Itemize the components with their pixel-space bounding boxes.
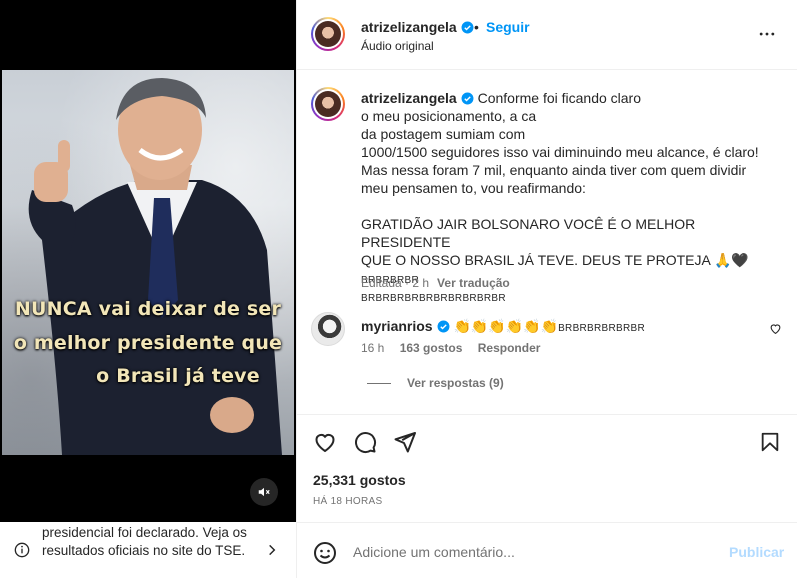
post-timestamp[interactable]: HÁ 18 HORAS bbox=[313, 496, 382, 507]
verified-badge-icon bbox=[461, 92, 474, 105]
caption-line: 1000/1500 seguidores isso vai diminuindo… bbox=[361, 144, 759, 160]
view-replies-button[interactable]: Ver respostas (9) bbox=[367, 376, 504, 390]
caption-author-avatar[interactable] bbox=[311, 87, 345, 121]
man-thumbs-up-illustration bbox=[28, 78, 282, 455]
comments-section: atrizelizangela Conforme foi ficando cla… bbox=[297, 71, 797, 415]
add-comment-bar: Publicar bbox=[297, 522, 797, 578]
comment-bubble-icon[interactable] bbox=[353, 430, 377, 454]
save-bookmark-icon[interactable] bbox=[759, 430, 781, 454]
comment-emojis: 👏👏👏👏👏👏 bbox=[453, 318, 559, 334]
separator-dot: • bbox=[474, 19, 479, 35]
author-avatar[interactable] bbox=[311, 17, 345, 51]
instagram-post-view: NUNCA vai deixar de ser o melhor preside… bbox=[0, 0, 797, 578]
chevron-right-icon[interactable] bbox=[265, 542, 279, 558]
edited-time: Editada · 2 h bbox=[361, 276, 430, 290]
caption-line: BRBRBRBRBRBRBRBRBRBR bbox=[361, 293, 506, 304]
notice-text: presidencial foi declarado. Veja os resu… bbox=[42, 525, 247, 558]
caption-line: da postagem sumiam com bbox=[361, 126, 526, 142]
comment-text: myrianrios 👏👏👏👏👏👏BRBRBRBRBRBR bbox=[361, 318, 645, 335]
overlay-caption-line-3: o Brasil já teve bbox=[96, 365, 260, 387]
commenter-avatar[interactable] bbox=[311, 312, 345, 346]
author-username[interactable]: atrizelizangela bbox=[361, 19, 474, 35]
see-translation-link[interactable]: Ver tradução bbox=[437, 276, 510, 290]
verified-badge-icon bbox=[461, 21, 474, 34]
verified-badge-icon bbox=[437, 320, 450, 333]
caption-line: meu pensamen to, vou reafirmando: bbox=[361, 180, 586, 196]
commenter-username[interactable]: myrianrios bbox=[361, 318, 433, 334]
action-bar bbox=[297, 416, 797, 464]
video-frame[interactable]: NUNCA vai deixar de ser o melhor preside… bbox=[2, 70, 294, 455]
like-heart-icon[interactable] bbox=[313, 430, 337, 454]
info-icon bbox=[14, 542, 30, 558]
caption-meta: Editada · 2 h Ver tradução bbox=[361, 276, 510, 290]
follow-button[interactable]: Seguir bbox=[486, 19, 530, 35]
view-replies-label[interactable]: Ver respostas (9) bbox=[407, 376, 504, 390]
emoji-picker-icon[interactable] bbox=[313, 541, 337, 565]
post-header: atrizelizangela • Seguir Áudio original bbox=[297, 0, 797, 70]
comment-tail: BRBRBRBRBRBR bbox=[558, 323, 646, 334]
caption-line: Conforme foi ficando claro bbox=[477, 90, 642, 106]
replies-divider bbox=[367, 383, 391, 385]
caption-line: QUE O NOSSO BRASIL JÁ TEVE. DEUS TE PROT… bbox=[361, 252, 749, 268]
more-options-icon[interactable] bbox=[757, 24, 777, 44]
overlay-caption-line-2: o melhor presidente que bbox=[13, 332, 283, 354]
election-notice-banner[interactable]: presidencial foi declarado. Veja os resu… bbox=[0, 522, 296, 578]
reply-button[interactable]: Responder bbox=[478, 341, 541, 355]
comment-time: 16 h bbox=[361, 341, 385, 355]
likes-count[interactable]: 25,331 gostos bbox=[313, 472, 406, 488]
comment-likes-count[interactable]: 163 gostos bbox=[400, 341, 463, 355]
post-details-panel: atrizelizangela • Seguir Áudio original … bbox=[296, 0, 797, 578]
author-username-text[interactable]: atrizelizangela bbox=[361, 19, 457, 35]
comment-input[interactable] bbox=[353, 541, 713, 563]
caption-line: Mas nessa foram 7 mil, enquanto ainda ti… bbox=[361, 162, 747, 178]
share-send-icon[interactable] bbox=[393, 430, 417, 454]
caption-username[interactable]: atrizelizangela bbox=[361, 90, 457, 106]
speaker-muted-icon bbox=[258, 487, 270, 497]
post-media: NUNCA vai deixar de ser o melhor preside… bbox=[0, 0, 296, 578]
original-audio-link[interactable]: Áudio original bbox=[361, 39, 434, 53]
comment-meta: 16 h 163 gostos Responder bbox=[361, 341, 552, 355]
publish-button[interactable]: Publicar bbox=[729, 544, 784, 560]
caption-line: GRATIDÃO JAIR BOLSONARO VOCÊ É O MELHOR … bbox=[361, 216, 696, 250]
comment-like-heart-icon[interactable] bbox=[769, 322, 782, 335]
mute-toggle-button[interactable] bbox=[250, 478, 278, 506]
caption-line: o meu posicionamento, a ca bbox=[361, 108, 537, 124]
overlay-caption-line-1: NUNCA vai deixar de ser bbox=[14, 298, 282, 320]
